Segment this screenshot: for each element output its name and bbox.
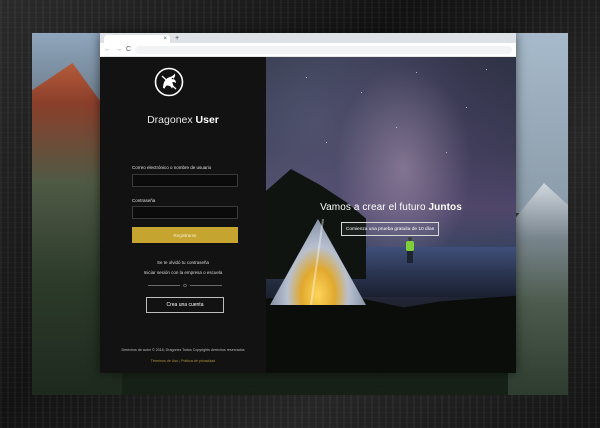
copyright-text: Derechos de autor © 2018, Dragonex Todos…	[121, 348, 245, 352]
hero-title-bold: Juntos	[428, 202, 462, 213]
create-account-button[interactable]: Crea una cuenta	[146, 297, 224, 313]
password-input[interactable]	[132, 206, 238, 219]
dragon-logo-icon	[154, 67, 184, 97]
legal-separator: |	[179, 359, 181, 363]
brand-name-light: Dragonex	[147, 114, 196, 126]
reload-icon[interactable]: C	[126, 46, 131, 53]
password-label: Contraseña	[132, 198, 156, 203]
register-button[interactable]: Registrarse	[132, 227, 238, 243]
or-divider: O	[146, 282, 224, 288]
browser-tab[interactable]: ×	[104, 35, 170, 43]
legal-links: Términos de Uso | Política de privacidad	[100, 359, 266, 363]
sky-right	[508, 33, 568, 213]
hero-title-light: Vamos a crear el futuro	[320, 202, 429, 213]
mountain-cliff-right	[508, 183, 568, 395]
forgot-password-link[interactable]: Se te olvidó tu contraseña	[100, 260, 266, 265]
username-input[interactable]	[132, 174, 238, 187]
terms-link[interactable]: Términos de Uso	[151, 359, 178, 363]
browser-toolbar: ← → C	[100, 43, 516, 57]
new-tab-icon[interactable]: +	[175, 35, 179, 43]
page-content: Dragonex User Correo electrónico o nombr…	[100, 57, 516, 373]
privacy-link[interactable]: Política de privacidad	[181, 359, 215, 363]
login-panel: Dragonex User Correo electrónico o nombr…	[100, 57, 266, 373]
person-figure	[406, 237, 414, 263]
back-icon[interactable]: ←	[104, 46, 111, 53]
company-login-link[interactable]: Iniciar sesión con la empresa o escuela	[100, 270, 266, 275]
browser-window: × + ← → C Dragonex User Correo electróni…	[100, 33, 516, 373]
username-label: Correo electrónico o nombre de usuario	[132, 165, 212, 170]
free-trial-button[interactable]: Comienza una prueba gratuita de 10 días	[341, 222, 439, 236]
tab-bar: × +	[100, 33, 516, 43]
brand-name: Dragonex User	[100, 114, 266, 126]
divider-text: O	[183, 282, 187, 288]
divider-line-right	[189, 284, 222, 286]
address-bar[interactable]	[135, 45, 512, 54]
brand-name-bold: User	[195, 114, 219, 126]
forward-icon[interactable]: →	[115, 46, 122, 53]
divider-line-left	[148, 284, 181, 286]
hero-image: Vamos a crear el futuro Juntos Comienza …	[266, 57, 516, 373]
tab-close-icon[interactable]: ×	[163, 36, 167, 42]
sea	[346, 247, 516, 297]
hero-title: Vamos a crear el futuro Juntos	[266, 202, 516, 213]
